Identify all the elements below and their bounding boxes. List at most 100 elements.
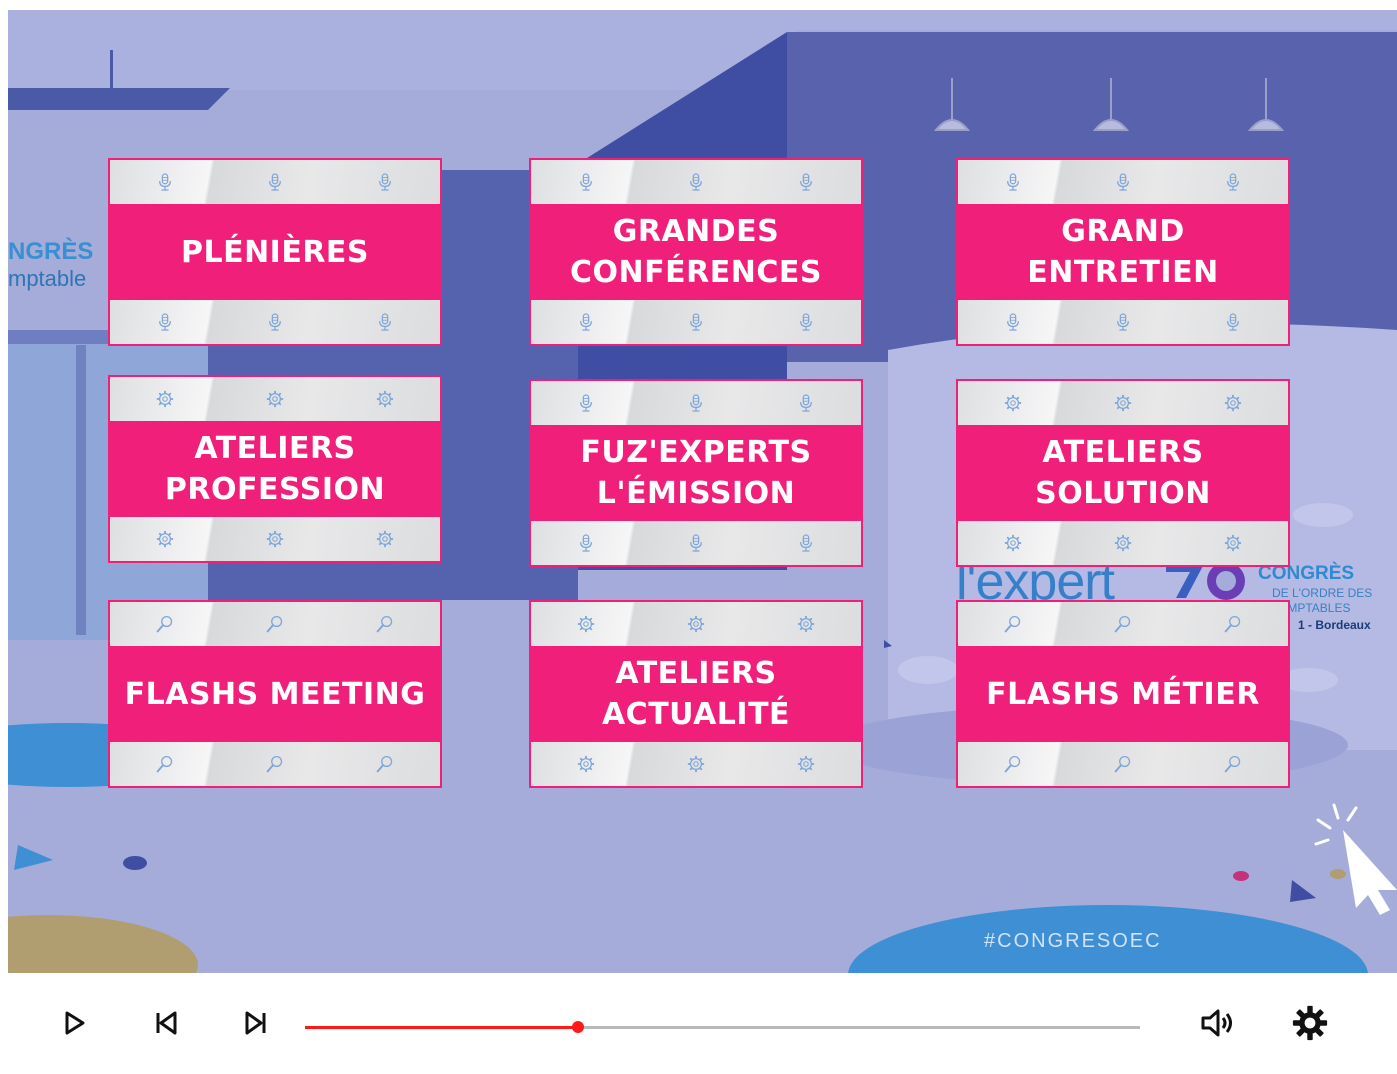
card-title: FLASHS MEETING [124, 676, 426, 712]
player-controls-bar [0, 975, 1397, 1074]
progress-handle[interactable] [572, 1021, 585, 1033]
card-plenieres[interactable]: PLÉNIÈRES [110, 160, 440, 344]
logo-congres-text: CONGRÈS [1258, 563, 1355, 584]
microphone-icon [577, 532, 595, 554]
card-flashs-metier[interactable]: FLASHS MÉTIER [958, 602, 1288, 786]
card-title: GRAND ENTRETIEN [1027, 214, 1219, 290]
microphone-icon [376, 311, 394, 333]
card-bottom-strip [958, 742, 1288, 786]
card-bottom-strip [958, 521, 1288, 565]
microphone-icon [687, 311, 705, 333]
card-title: FLASHS MÉTIER [986, 676, 1260, 712]
hashtag-text: #CONGRESOEC [984, 930, 1162, 952]
microphone-icon [577, 171, 595, 193]
microphone-icon [1224, 171, 1242, 193]
play-button[interactable] [57, 1005, 93, 1041]
card-ateliers-profession[interactable]: ATELIERS PROFESSION [110, 377, 440, 561]
card-title: GRANDES CONFÉRENCES [570, 214, 822, 290]
microphone-icon [797, 532, 815, 554]
card-title-band: GRAND ENTRETIEN [958, 204, 1288, 300]
card-title-band: ATELIERS SOLUTION [958, 425, 1288, 521]
microphone-icon [376, 171, 394, 193]
gear-icon [376, 388, 394, 410]
card-title-band: GRANDES CONFÉRENCES [531, 204, 861, 300]
microphone-icon [797, 311, 815, 333]
microphone-icon [577, 311, 595, 333]
gear-icon [156, 528, 174, 550]
card-top-strip [958, 602, 1288, 646]
magnifier-icon [1004, 753, 1022, 775]
card-title: ATELIERS SOLUTION [1035, 435, 1211, 511]
card-grand-entretien[interactable]: GRAND ENTRETIEN [958, 160, 1288, 344]
magnifier-icon [1004, 613, 1022, 635]
card-grandes-conferences[interactable]: GRANDES CONFÉRENCES [531, 160, 861, 344]
magnifier-icon [1224, 753, 1242, 775]
card-bottom-strip [110, 517, 440, 561]
settings-gear-icon [1292, 1005, 1328, 1041]
settings-button[interactable] [1292, 1005, 1328, 1041]
progress-slider[interactable] [305, 1021, 1140, 1033]
magnifier-icon [156, 753, 174, 775]
microphone-icon [687, 171, 705, 193]
card-ateliers-solution[interactable]: ATELIERS SOLUTION [958, 381, 1288, 565]
card-title: PLÉNIÈRES [180, 234, 370, 270]
card-title-band: FUZ'EXPERTS L'ÉMISSION [531, 425, 861, 521]
microphone-icon [1004, 171, 1022, 193]
gear-icon [797, 753, 815, 775]
gear-icon [1114, 392, 1132, 414]
microphone-icon [797, 171, 815, 193]
skip-forward-icon [245, 1011, 266, 1035]
skip-back-icon [156, 1011, 177, 1035]
gear-icon [1114, 532, 1132, 554]
magnifier-icon [1224, 613, 1242, 635]
gear-icon [266, 388, 284, 410]
logo-subtitle-line2: OMPTABLES [1278, 601, 1351, 615]
next-button[interactable] [238, 1005, 274, 1041]
gear-icon [376, 528, 394, 550]
card-bottom-strip [531, 521, 861, 565]
magnifier-icon [376, 613, 394, 635]
volume-button[interactable] [1200, 1005, 1236, 1041]
card-top-strip [110, 160, 440, 204]
card-bottom-strip [531, 300, 861, 344]
microphone-icon [687, 532, 705, 554]
magnifier-icon [1114, 613, 1132, 635]
gear-icon [1004, 532, 1022, 554]
magnifier-icon [376, 753, 394, 775]
card-title: FUZ'EXPERTS L'ÉMISSION [580, 435, 812, 511]
magnifier-icon [266, 613, 284, 635]
card-title: ATELIERS PROFESSION [164, 431, 386, 507]
card-bottom-strip [531, 742, 861, 786]
card-top-strip [110, 377, 440, 421]
microphone-icon [156, 171, 174, 193]
card-title-band: FLASHS MEETING [110, 646, 440, 742]
progress-fill [305, 1026, 579, 1029]
gear-icon [687, 613, 705, 635]
gear-icon [1224, 392, 1242, 414]
logo-subtitle-line3: 1 - Bordeaux [1298, 618, 1371, 632]
volume-icon [1201, 1009, 1232, 1037]
play-icon [65, 1011, 85, 1035]
card-fuzexperts-emission[interactable]: FUZ'EXPERTS L'ÉMISSION [531, 381, 861, 565]
microphone-icon [577, 392, 595, 414]
card-top-strip [531, 602, 861, 646]
previous-button[interactable] [148, 1005, 184, 1041]
microphone-icon [1224, 311, 1242, 333]
microphone-icon [1114, 311, 1132, 333]
card-ateliers-actualite[interactable]: ATELIERS ACTUALITÉ [531, 602, 861, 786]
gear-icon [577, 613, 595, 635]
card-title-band: ATELIERS ACTUALITÉ [531, 646, 861, 742]
microphone-icon [1004, 311, 1022, 333]
gear-icon [1224, 532, 1242, 554]
card-title-band: FLASHS MÉTIER [958, 646, 1288, 742]
card-title-band: ATELIERS PROFESSION [110, 421, 440, 517]
magnifier-icon [156, 613, 174, 635]
card-top-strip [110, 602, 440, 646]
card-top-strip [531, 160, 861, 204]
virtual-hall-stage: NGRÈS mptable l'expert CONGRÈS DE L'ORDR… [8, 10, 1397, 973]
microphone-icon [156, 311, 174, 333]
card-top-strip [531, 381, 861, 425]
card-flashs-meeting[interactable]: FLASHS MEETING [110, 602, 440, 786]
gear-icon [156, 388, 174, 410]
microphone-icon [687, 392, 705, 414]
